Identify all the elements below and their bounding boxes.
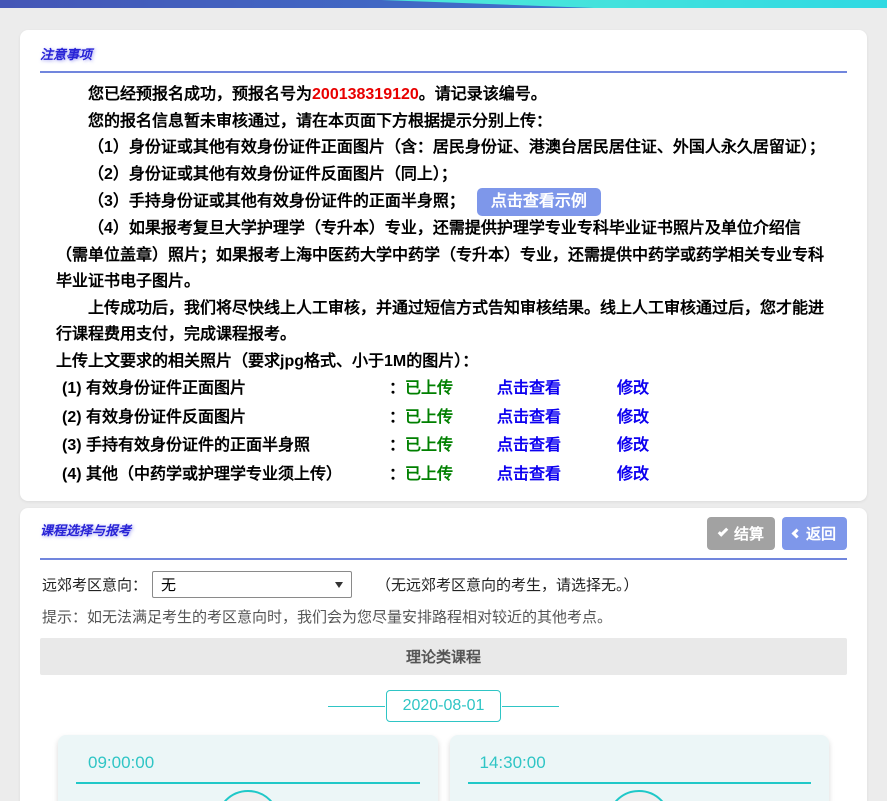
- upload-status-badge: 已上传: [405, 404, 453, 433]
- date-line-left: [328, 706, 385, 707]
- chevron-left-icon: [792, 529, 802, 539]
- view-upload-link[interactable]: 点击查看: [497, 404, 561, 433]
- notice-panel: 注意事项 您已经预报名成功，预报名号为200138319120。请记录该编号。 …: [20, 30, 867, 501]
- pre-registration-text: 您已经预报名成功，预报名号为200138319120。请记录该编号。: [56, 82, 831, 109]
- upload-item-label: (3) 手持有效身份证件的正面半身照: [62, 432, 389, 461]
- upload-status-badge: 已上传: [405, 432, 453, 461]
- theory-course-section-header: 理论类课程: [40, 638, 847, 675]
- upload-status-badge: 已上传: [405, 375, 453, 404]
- modify-upload-link[interactable]: 修改: [617, 461, 649, 490]
- view-example-button[interactable]: 点击查看示例: [477, 188, 601, 216]
- banner-blue-stripe: [0, 0, 887, 8]
- upload-item-label: (2) 有效身份证件反面图片: [62, 404, 389, 433]
- upload-instruction-3-text: （3）手持身份证或其他有效身份证件的正面半身照；: [88, 193, 465, 210]
- course-panel-title: 课程选择与报考: [40, 516, 131, 539]
- settle-button[interactable]: 结算: [707, 517, 775, 550]
- review-status-text: 您的报名信息暂未审核通过，请在本页面下方根据提示分别上传：: [56, 109, 831, 136]
- upload-instruction-1: （1）身份证或其他有效身份证件正面图片（含：居民身份证、港澳台居民居住证、外国人…: [56, 135, 831, 162]
- course-header-buttons: 结算 返回: [707, 517, 847, 550]
- upload-status-badge: 已上传: [405, 461, 453, 490]
- upload-row-back-id: (2) 有效身份证件反面图片：已上传 点击查看 修改: [56, 404, 831, 433]
- back-button-label: 返回: [806, 523, 836, 544]
- district-select-label: 远郊考区意向：: [42, 574, 147, 595]
- back-button[interactable]: 返回: [782, 517, 847, 550]
- course-panel: 课程选择与报考 结算 返回 远郊考区意向： 无 （无远郊考区意向的考生，请选择无…: [20, 508, 867, 801]
- pre-registration-prefix: 您已经预报名成功，预报名号为: [88, 86, 312, 103]
- check-icon: [718, 526, 729, 537]
- settle-button-label: 结算: [734, 523, 764, 544]
- select-course-button[interactable]: 选择 课程: [216, 790, 280, 801]
- upload-list-header: 上传上文要求的相关照片（要求jpg格式、小于1M的图片）：: [56, 349, 831, 376]
- colon: ：: [389, 404, 405, 433]
- course-card-morning: 09:00:00 选择 课程: [58, 735, 438, 801]
- district-preference-row: 远郊考区意向： 无 （无远郊考区意向的考生，请选择无。）: [42, 571, 847, 598]
- card-divider: [468, 782, 812, 784]
- upload-instruction-3: （3）手持身份证或其他有效身份证件的正面半身照； 点击查看示例: [56, 188, 831, 216]
- notice-body: 您已经预报名成功，预报名号为200138319120。请记录该编号。 您的报名信…: [40, 73, 847, 489]
- upload-instruction-4: （4）如果报考复旦大学护理学（专升本）专业，还需提供护理学专业专科毕业证书照片及…: [56, 216, 831, 296]
- modify-upload-link[interactable]: 修改: [617, 432, 649, 461]
- view-upload-link[interactable]: 点击查看: [497, 375, 561, 404]
- modify-upload-link[interactable]: 修改: [617, 404, 649, 433]
- course-time: 14:30:00: [480, 753, 812, 773]
- course-date-badge: 2020-08-01: [386, 690, 502, 722]
- upload-row-holding-id: (3) 手持有效身份证件的正面半身照：已上传 点击查看 修改: [56, 432, 831, 461]
- pre-registration-suffix: 。请记录该编号。: [419, 86, 547, 103]
- date-line-right: [502, 706, 559, 707]
- view-upload-link[interactable]: 点击查看: [497, 432, 561, 461]
- upload-row-front-id: (1) 有效身份证件正面图片：已上传 点击查看 修改: [56, 375, 831, 404]
- view-upload-link[interactable]: 点击查看: [497, 461, 561, 490]
- upload-item-label: (4) 其他（中药学或护理学专业须上传）: [62, 461, 389, 490]
- upload-item-label: (1) 有效身份证件正面图片: [62, 375, 389, 404]
- colon: ：: [389, 375, 405, 404]
- triangle-down-icon: [335, 582, 343, 588]
- top-gradient-banner: [0, 0, 887, 8]
- district-selected-value: 无: [161, 574, 176, 595]
- card-divider: [76, 782, 420, 784]
- modify-upload-link[interactable]: 修改: [617, 375, 649, 404]
- notice-panel-title: 注意事项: [40, 40, 847, 63]
- district-select[interactable]: 无: [152, 571, 352, 598]
- upload-row-other: (4) 其他（中药学或护理学专业须上传）：已上传 点击查看 修改: [56, 461, 831, 490]
- select-course-button[interactable]: 选择 课程: [607, 790, 671, 801]
- course-header: 课程选择与报考 结算 返回: [40, 516, 847, 550]
- colon: ：: [389, 461, 405, 490]
- colon: ：: [389, 432, 405, 461]
- course-title-divider: [40, 558, 847, 560]
- course-date-divider: 2020-08-01: [40, 690, 847, 722]
- district-select-hint: （无远郊考区意向的考生，请选择无。）: [376, 574, 639, 595]
- course-cards-row: 09:00:00 选择 课程 14:30:00 选择 课程: [58, 735, 829, 801]
- registration-number: 200138319120: [312, 86, 419, 103]
- review-process-text: 上传成功后，我们将尽快线上人工审核，并通过短信方式告知审核结果。线上人工审核通过…: [56, 296, 831, 349]
- course-time: 09:00:00: [88, 753, 420, 773]
- district-tip-text: 提示：如无法满足考生的考区意向时，我们会为您尽量安排路程相对较近的其他考点。: [42, 606, 847, 627]
- upload-instruction-2: （2）身份证或其他有效身份证件反面图片（同上）；: [56, 162, 831, 189]
- course-card-afternoon: 14:30:00 选择 课程: [450, 735, 830, 801]
